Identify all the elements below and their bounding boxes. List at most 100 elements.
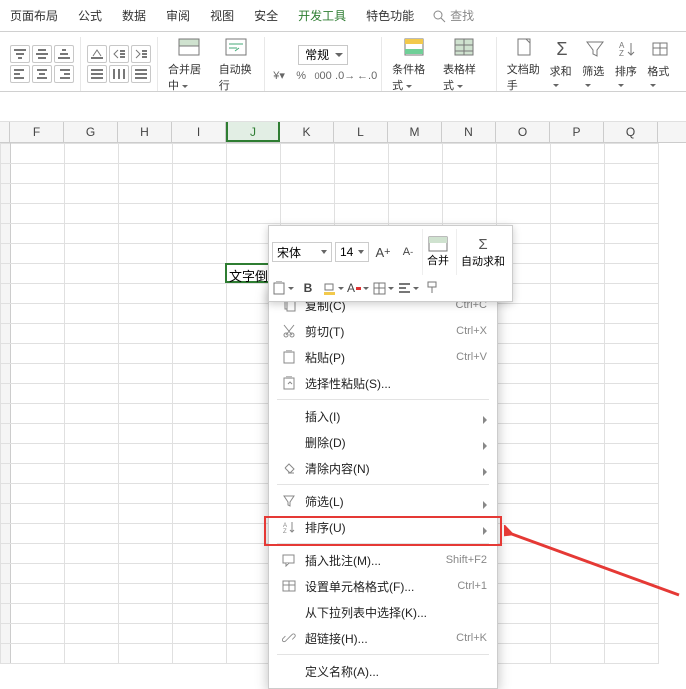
column-header[interactable]: I xyxy=(172,122,226,142)
doc-helper-button[interactable]: 文档助手 xyxy=(503,35,546,93)
cell[interactable] xyxy=(1,264,11,284)
cell[interactable] xyxy=(173,164,227,184)
cell[interactable] xyxy=(1,204,11,224)
align-right-icon[interactable] xyxy=(54,65,74,83)
cell[interactable] xyxy=(173,504,227,524)
cell[interactable] xyxy=(173,284,227,304)
cell[interactable] xyxy=(605,404,659,424)
column-header[interactable]: P xyxy=(550,122,604,142)
dist-h-icon[interactable] xyxy=(109,65,129,83)
menu-item[interactable]: 插入批注(M)...Shift+F2 xyxy=(269,547,497,573)
cell[interactable] xyxy=(605,264,659,284)
percent-icon[interactable]: % xyxy=(293,68,309,84)
cell[interactable] xyxy=(119,584,173,604)
cell[interactable] xyxy=(551,564,605,584)
cell[interactable] xyxy=(1,544,11,564)
cell[interactable] xyxy=(173,604,227,624)
ribbon-tab[interactable]: 公式 xyxy=(68,0,112,32)
cell[interactable] xyxy=(551,264,605,284)
cell[interactable] xyxy=(1,184,11,204)
cell[interactable] xyxy=(605,624,659,644)
dec-decimal-icon[interactable]: ←.0 xyxy=(359,68,375,84)
mini-font-combo[interactable]: 宋体 xyxy=(272,242,332,262)
cell[interactable] xyxy=(11,404,65,424)
cell[interactable] xyxy=(1,144,11,164)
cell[interactable] xyxy=(605,424,659,444)
cell[interactable] xyxy=(11,484,65,504)
menu-item[interactable]: 定义名称(A)... xyxy=(269,658,497,684)
cell[interactable] xyxy=(605,564,659,584)
cell[interactable] xyxy=(11,644,65,664)
cell[interactable] xyxy=(11,504,65,524)
cell[interactable] xyxy=(11,624,65,644)
cell[interactable] xyxy=(335,144,389,164)
mini-fill-icon[interactable] xyxy=(322,278,344,298)
cell[interactable] xyxy=(119,364,173,384)
cell[interactable] xyxy=(119,344,173,364)
font-dec-icon[interactable]: A- xyxy=(397,242,419,262)
cell[interactable] xyxy=(551,204,605,224)
mini-autosum-button[interactable]: Σ 自动求和 xyxy=(456,229,509,275)
cell[interactable] xyxy=(119,624,173,644)
column-header[interactable]: F xyxy=(10,122,64,142)
cell[interactable] xyxy=(11,564,65,584)
currency-icon[interactable]: ¥▾ xyxy=(271,68,287,84)
cell[interactable] xyxy=(497,144,551,164)
cell[interactable] xyxy=(551,244,605,264)
indent-inc-icon[interactable] xyxy=(131,45,151,63)
conditional-format-button[interactable]: 条件格式 xyxy=(388,35,439,93)
menu-item[interactable]: 剪切(T)Ctrl+X xyxy=(269,318,497,344)
cell[interactable] xyxy=(1,584,11,604)
cell[interactable] xyxy=(605,384,659,404)
cell[interactable] xyxy=(1,364,11,384)
cell[interactable] xyxy=(443,144,497,164)
cell[interactable] xyxy=(65,364,119,384)
cell[interactable] xyxy=(173,144,227,164)
cell[interactable] xyxy=(173,324,227,344)
ribbon-tab[interactable]: 特色功能 xyxy=(356,0,424,32)
cell[interactable] xyxy=(497,484,551,504)
cell[interactable] xyxy=(11,544,65,564)
cell[interactable] xyxy=(119,524,173,544)
cell[interactable] xyxy=(173,224,227,244)
cell[interactable] xyxy=(551,484,605,504)
cell[interactable] xyxy=(65,524,119,544)
cell[interactable] xyxy=(551,384,605,404)
ribbon-tab[interactable]: 安全 xyxy=(244,0,288,32)
cell[interactable] xyxy=(11,524,65,544)
cell[interactable] xyxy=(227,164,281,184)
column-header[interactable]: Q xyxy=(604,122,658,142)
cell[interactable] xyxy=(605,304,659,324)
menu-item[interactable]: 超链接(H)...Ctrl+K xyxy=(269,625,497,651)
cell[interactable] xyxy=(65,424,119,444)
cell[interactable] xyxy=(119,504,173,524)
ribbon-tab[interactable]: 开发工具 xyxy=(288,0,356,32)
cell[interactable] xyxy=(65,624,119,644)
cell[interactable] xyxy=(11,364,65,384)
cell[interactable] xyxy=(119,184,173,204)
column-header[interactable]: H xyxy=(118,122,172,142)
cell[interactable] xyxy=(119,224,173,244)
cell[interactable] xyxy=(551,524,605,544)
cell[interactable] xyxy=(335,184,389,204)
menu-item[interactable]: 删除(D) xyxy=(269,429,497,455)
cell[interactable] xyxy=(173,244,227,264)
cell[interactable] xyxy=(551,504,605,524)
cell[interactable] xyxy=(1,464,11,484)
cell[interactable] xyxy=(605,284,659,304)
mini-merge-button[interactable]: 合并 xyxy=(422,229,453,275)
cell[interactable] xyxy=(11,264,65,284)
cell[interactable] xyxy=(335,164,389,184)
cell[interactable] xyxy=(65,504,119,524)
cell[interactable] xyxy=(65,244,119,264)
font-inc-icon[interactable]: A+ xyxy=(372,242,394,262)
cell[interactable] xyxy=(173,404,227,424)
cell[interactable] xyxy=(551,444,605,464)
sort-button[interactable]: AZ 排序 xyxy=(611,37,644,91)
cell[interactable] xyxy=(497,424,551,444)
cell[interactable] xyxy=(497,384,551,404)
column-header[interactable]: J xyxy=(226,122,280,142)
cell[interactable] xyxy=(443,204,497,224)
cell[interactable] xyxy=(605,324,659,344)
cell[interactable] xyxy=(119,164,173,184)
